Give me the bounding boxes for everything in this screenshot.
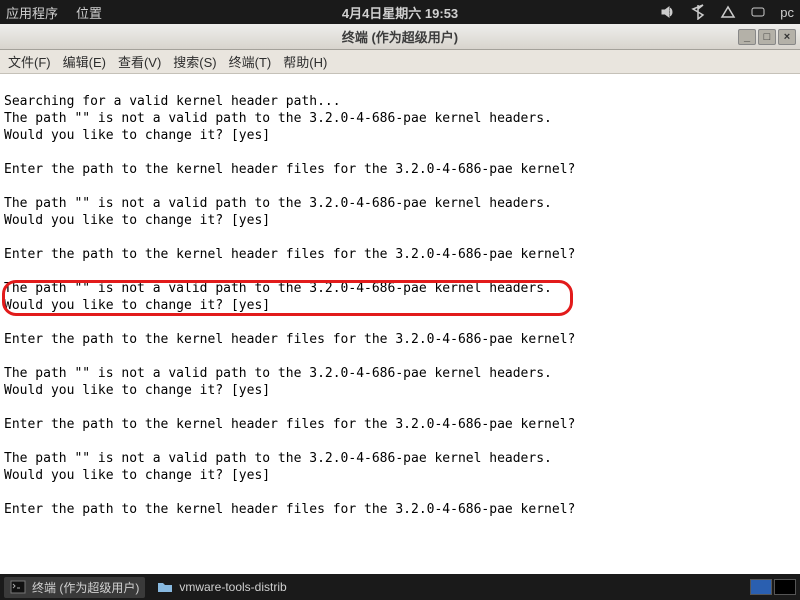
menu-view[interactable]: 查看(V) <box>118 52 161 71</box>
volume-icon[interactable] <box>660 4 676 20</box>
terminal-viewport[interactable]: Searching for a valid kernel header path… <box>0 74 800 574</box>
message-icon[interactable] <box>750 4 766 20</box>
user-menu[interactable]: pc <box>780 5 794 20</box>
close-button[interactable]: × <box>778 29 796 45</box>
workspace-switcher[interactable] <box>750 579 796 595</box>
terminal-output[interactable]: Searching for a valid kernel header path… <box>0 74 800 520</box>
task-files[interactable]: vmware-tools-distrib <box>151 577 292 597</box>
maximize-button[interactable]: □ <box>758 29 776 45</box>
menu-terminal[interactable]: 终端(T) <box>229 52 272 71</box>
places-menu[interactable]: 位置 <box>76 3 102 22</box>
bottom-panel: 终端 (作为超级用户) vmware-tools-distrib <box>0 574 800 600</box>
menubar: 文件(F) 编辑(E) 查看(V) 搜索(S) 终端(T) 帮助(H) <box>0 50 800 74</box>
task-terminal[interactable]: 终端 (作为超级用户) <box>4 577 145 598</box>
menu-search[interactable]: 搜索(S) <box>173 52 216 71</box>
task-label: 终端 (作为超级用户) <box>32 579 139 596</box>
bluetooth-icon[interactable] <box>690 4 706 20</box>
folder-icon <box>157 579 173 595</box>
menu-help[interactable]: 帮助(H) <box>283 52 327 71</box>
workspace-1[interactable] <box>750 579 772 595</box>
window-title: 终端 (作为超级用户) <box>342 27 458 46</box>
clock[interactable]: 4月4日星期六 19:53 <box>342 3 458 22</box>
terminal-icon <box>10 579 26 595</box>
minimize-button[interactable]: _ <box>738 29 756 45</box>
window-titlebar: 终端 (作为超级用户) _ □ × <box>0 24 800 50</box>
applications-menu[interactable]: 应用程序 <box>6 3 58 22</box>
workspace-2[interactable] <box>774 579 796 595</box>
menu-edit[interactable]: 编辑(E) <box>63 52 106 71</box>
network-icon[interactable] <box>720 4 736 20</box>
menu-file[interactable]: 文件(F) <box>8 52 51 71</box>
top-panel: 应用程序 位置 4月4日星期六 19:53 pc <box>0 0 800 24</box>
task-label: vmware-tools-distrib <box>179 580 286 594</box>
